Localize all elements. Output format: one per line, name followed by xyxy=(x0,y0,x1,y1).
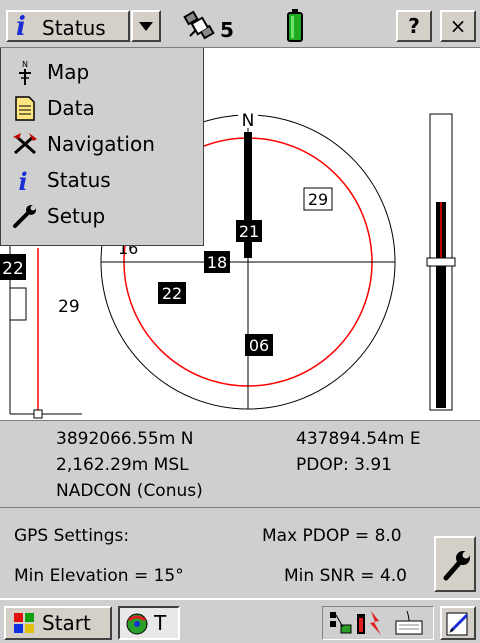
document-icon xyxy=(15,96,35,121)
svg-text:N: N xyxy=(22,60,28,69)
min-elevation-value: Min Elevation = 15° xyxy=(14,566,184,586)
windows-flag-icon xyxy=(14,613,34,633)
keyboard-icon[interactable] xyxy=(393,609,425,637)
help-button[interactable]: ? xyxy=(396,10,432,42)
info-icon: i xyxy=(18,167,27,193)
info-icon: i xyxy=(16,12,26,42)
satellite-29-label: 29 xyxy=(308,190,328,209)
easting-value: 437894.54m E xyxy=(296,429,421,449)
gps-setup-button[interactable] xyxy=(434,536,476,592)
left-sat-id: 22 xyxy=(2,259,24,279)
min-snr-value: Min SNR = 4.0 xyxy=(284,566,407,586)
menu-item-navigation[interactable]: Navigation xyxy=(1,126,201,162)
menu-item-label: Data xyxy=(47,96,95,120)
northing-value: 3892066.55m N xyxy=(56,429,194,449)
dropdown-arrow-icon xyxy=(139,22,153,31)
close-button[interactable]: × xyxy=(440,10,476,42)
menu-item-label: Map xyxy=(47,60,90,84)
pdop-value: PDOP: 3.91 xyxy=(296,455,392,475)
section-menu: N Map Data Navigation i Status Setup xyxy=(0,48,204,246)
satellite-18-label: 18 xyxy=(207,253,227,272)
menu-item-label: Navigation xyxy=(47,132,155,156)
gps-app-icon xyxy=(126,613,148,635)
taskbar: Start T xyxy=(0,598,480,643)
menu-item-label: Status xyxy=(47,168,111,192)
wrench-icon xyxy=(13,205,36,228)
section-dropdown-button[interactable] xyxy=(131,10,161,42)
svg-text:i: i xyxy=(18,167,27,193)
altitude-value: 2,162.29m MSL xyxy=(56,455,189,475)
north-arrow-icon: N xyxy=(19,60,31,85)
taskbar-app-button[interactable]: T xyxy=(118,606,180,640)
satellite-21-label: 21 xyxy=(239,222,259,241)
gps-settings-panel: GPS Settings: Max PDOP = 8.0 Min Elevati… xyxy=(0,508,480,598)
battery-icon[interactable] xyxy=(286,8,304,42)
connection-icon[interactable] xyxy=(327,609,353,637)
section-label: Status xyxy=(42,16,106,40)
crossed-tools-icon xyxy=(13,133,37,155)
satellite-06-label: 06 xyxy=(249,336,269,355)
power-status-icon[interactable] xyxy=(353,609,385,637)
system-tray xyxy=(322,606,434,640)
max-pdop-value: Max PDOP = 8.0 xyxy=(262,526,402,546)
north-label: N xyxy=(242,111,255,131)
satellite-count: 5 xyxy=(220,18,234,42)
taskbar-app-label: T xyxy=(154,611,167,635)
menu-item-data[interactable]: Data xyxy=(1,90,201,126)
start-button[interactable]: Start xyxy=(4,606,112,640)
datum-value: NADCON (Conus) xyxy=(56,481,203,501)
pencil-notepad-icon xyxy=(446,612,469,636)
left-sat-value: 29 xyxy=(58,297,80,317)
section-selector-button[interactable]: i Status xyxy=(6,10,130,42)
start-label: Start xyxy=(42,611,91,635)
settings-title: GPS Settings: xyxy=(14,526,130,546)
wrench-icon xyxy=(443,551,470,581)
notes-button[interactable] xyxy=(440,606,476,640)
position-info-panel: 3892066.55m N 437894.54m E 2,162.29m MSL… xyxy=(0,420,480,508)
command-bar: i Status 5 ? × xyxy=(0,0,480,48)
menu-item-map[interactable]: N Map xyxy=(1,54,201,90)
satellite-icon[interactable] xyxy=(182,10,220,44)
menu-item-label: Setup xyxy=(47,204,106,228)
menu-item-setup[interactable]: Setup xyxy=(1,198,201,234)
satellite-22-label: 22 xyxy=(162,284,182,303)
menu-item-status[interactable]: i Status xyxy=(1,162,201,198)
snr-bar-right xyxy=(426,113,456,411)
